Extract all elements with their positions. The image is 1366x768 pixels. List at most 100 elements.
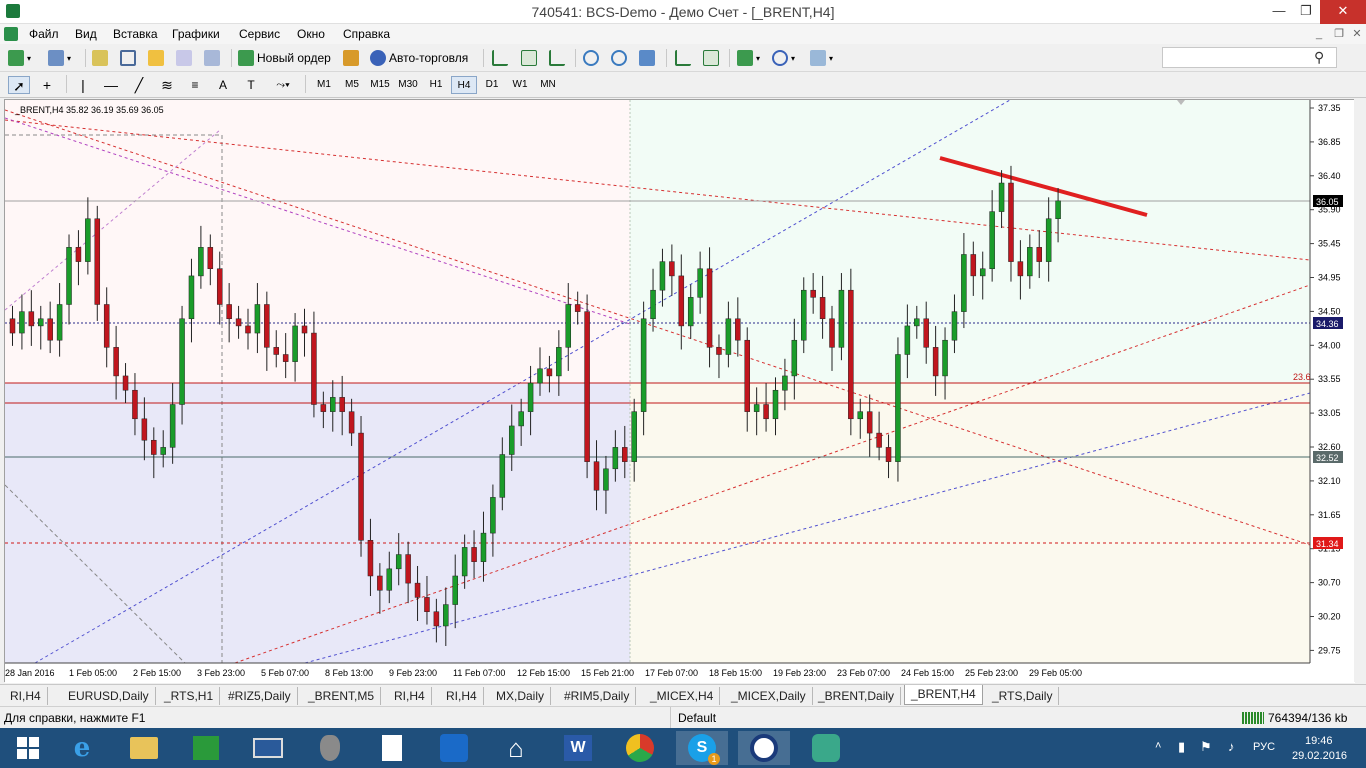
new-chart-button[interactable]: ▾ bbox=[8, 48, 31, 68]
indicators-button[interactable]: ▾ bbox=[737, 48, 760, 68]
tray-arrow-icon[interactable]: ˄ bbox=[1155, 740, 1161, 752]
menu-window[interactable]: Окно bbox=[297, 27, 325, 41]
tester-button[interactable] bbox=[204, 48, 220, 68]
line-chart-button[interactable] bbox=[549, 48, 565, 68]
bear-candle bbox=[546, 368, 553, 377]
vertical-line-tool[interactable]: | bbox=[72, 76, 94, 94]
chart-shift-button[interactable] bbox=[703, 48, 719, 68]
menu-charts[interactable]: Графики bbox=[172, 27, 220, 41]
close-button[interactable]: ✕ bbox=[1320, 0, 1366, 24]
chart-tab[interactable]: _RTS,H1 bbox=[158, 687, 221, 705]
tf-h4[interactable]: H4 bbox=[451, 76, 477, 94]
taskbar-store[interactable] bbox=[180, 731, 232, 765]
mdi-restore-button[interactable]: ❐ bbox=[1330, 26, 1348, 42]
mdi-minimize-button[interactable]: _ bbox=[1310, 26, 1328, 42]
chart-tab[interactable]: _MICEX,Daily bbox=[725, 687, 813, 705]
fibonacci-tool[interactable]: ≡ bbox=[184, 76, 206, 94]
taskbar-explorer[interactable] bbox=[118, 731, 170, 765]
arrows-tool[interactable]: ⤳▾ bbox=[268, 76, 298, 94]
menu-view[interactable]: Вид bbox=[75, 27, 97, 41]
clock-date[interactable]: 29.02.2016 bbox=[1292, 750, 1347, 762]
chart-tab[interactable]: _BRENT,Daily bbox=[812, 687, 902, 705]
taskbar-home[interactable]: ⌂ bbox=[490, 731, 542, 765]
chart-tab[interactable]: #RIZ5,Daily bbox=[222, 687, 298, 705]
language-indicator[interactable]: РУС bbox=[1253, 741, 1275, 753]
chart-tab[interactable]: RI,H4 bbox=[388, 687, 432, 705]
start-button[interactable] bbox=[2, 731, 54, 765]
data-window-button[interactable] bbox=[120, 48, 136, 68]
expert-advisors-button[interactable] bbox=[343, 48, 359, 68]
tf-d1[interactable]: D1 bbox=[479, 76, 505, 94]
bar-chart-button[interactable] bbox=[492, 48, 508, 68]
auto-trading-button[interactable]: Авто-торговля bbox=[370, 48, 468, 68]
tf-m15[interactable]: M15 bbox=[367, 76, 393, 94]
zoom-in-button[interactable] bbox=[583, 48, 599, 68]
text-tool[interactable]: A bbox=[212, 76, 234, 94]
shield-icon bbox=[320, 735, 340, 761]
taskbar-ie[interactable]: e bbox=[56, 731, 108, 765]
crosshair-tool[interactable]: + bbox=[36, 76, 58, 94]
tray-flag-icon[interactable]: ⚑ bbox=[1200, 739, 1212, 755]
taskbar-word[interactable]: W bbox=[552, 731, 604, 765]
autoscroll-button[interactable] bbox=[675, 48, 691, 68]
chart-tab[interactable]: #RIM5,Daily bbox=[558, 687, 637, 705]
restore-button[interactable]: ❐ bbox=[1289, 0, 1323, 24]
tf-m1[interactable]: M1 bbox=[311, 76, 337, 94]
taskbar-lenovo[interactable] bbox=[242, 731, 294, 765]
chart-tab[interactable]: MX,Daily bbox=[490, 687, 552, 705]
taskbar-maxthon[interactable] bbox=[428, 731, 480, 765]
navigator-button[interactable] bbox=[148, 48, 164, 68]
bull-candle bbox=[179, 318, 185, 405]
volume-icon[interactable]: ♪ bbox=[1228, 739, 1235, 754]
bear-candle bbox=[94, 218, 101, 305]
profiles-button[interactable]: ▾ bbox=[48, 48, 71, 68]
clock-time[interactable]: 19:46 bbox=[1305, 735, 1333, 747]
bear-candle bbox=[367, 540, 374, 577]
chart-tab[interactable]: _RTS,Daily bbox=[986, 687, 1060, 705]
taskbar-metatrader[interactable] bbox=[738, 731, 790, 765]
gray-level-text: 32.52 bbox=[1316, 453, 1339, 463]
search-icon[interactable]: ⚲ bbox=[1314, 49, 1324, 66]
periods-button[interactable]: ▾ bbox=[772, 48, 795, 68]
price-chart[interactable]: 37.3536.8536.4035.9035.4534.9534.5034.00… bbox=[5, 100, 1355, 683]
tf-w1[interactable]: W1 bbox=[507, 76, 533, 94]
tf-m30[interactable]: M30 bbox=[395, 76, 421, 94]
chart-tab[interactable]: _BRENT,M5 bbox=[302, 687, 382, 705]
mdi-close-button[interactable]: ✕ bbox=[1348, 26, 1366, 42]
new-order-button[interactable]: Новый ордер bbox=[238, 48, 331, 68]
network-icon[interactable]: ▮ bbox=[1178, 739, 1185, 755]
chart-window[interactable]: 37.35 36.85 36.40 35.90 35.45 34.95 34.50 34.00… bbox=[4, 99, 1355, 683]
chart-tab[interactable]: RI,H4 bbox=[4, 687, 48, 705]
new-chart-icon bbox=[8, 50, 24, 66]
vertical-scrollbar[interactable] bbox=[1354, 99, 1366, 682]
trendline-tool[interactable]: ╱ bbox=[128, 76, 150, 94]
templates-button[interactable]: ▾ bbox=[810, 48, 833, 68]
chart-tab[interactable]: EURUSD,Daily bbox=[62, 687, 156, 705]
channel-tool[interactable]: ≋ bbox=[156, 76, 178, 94]
taskbar-skype[interactable]: S1 bbox=[676, 731, 728, 765]
tf-mn[interactable]: MN bbox=[535, 76, 561, 94]
zoom-out-button[interactable] bbox=[611, 48, 627, 68]
taskbar-chrome[interactable] bbox=[614, 731, 666, 765]
horizontal-line-tool[interactable]: — bbox=[100, 76, 122, 94]
cursor-tool[interactable]: ➚ bbox=[8, 76, 30, 94]
candles-button[interactable] bbox=[521, 48, 537, 68]
tile-windows-button[interactable] bbox=[639, 48, 655, 68]
tf-h1[interactable]: H1 bbox=[423, 76, 449, 94]
bull-candle bbox=[527, 382, 534, 412]
taskbar-document[interactable] bbox=[366, 731, 418, 765]
menu-help[interactable]: Справка bbox=[343, 27, 390, 41]
menu-file[interactable]: Файл bbox=[29, 27, 59, 41]
menu-insert[interactable]: Вставка bbox=[113, 27, 158, 41]
chart-tab[interactable]: RI,H4 bbox=[440, 687, 484, 705]
tf-m5[interactable]: M5 bbox=[339, 76, 365, 94]
terminal-button[interactable] bbox=[176, 48, 192, 68]
chart-tab[interactable]: _MICEX,H4 bbox=[644, 687, 721, 705]
chart-tab[interactable]: _BRENT,H4 bbox=[904, 685, 983, 705]
taskbar-security[interactable] bbox=[304, 731, 356, 765]
menu-service[interactable]: Сервис bbox=[239, 27, 280, 41]
search-input[interactable] bbox=[1162, 47, 1337, 68]
text-label-tool[interactable]: T bbox=[240, 76, 262, 94]
market-watch-button[interactable] bbox=[92, 48, 108, 68]
taskbar-quik[interactable] bbox=[800, 731, 852, 765]
